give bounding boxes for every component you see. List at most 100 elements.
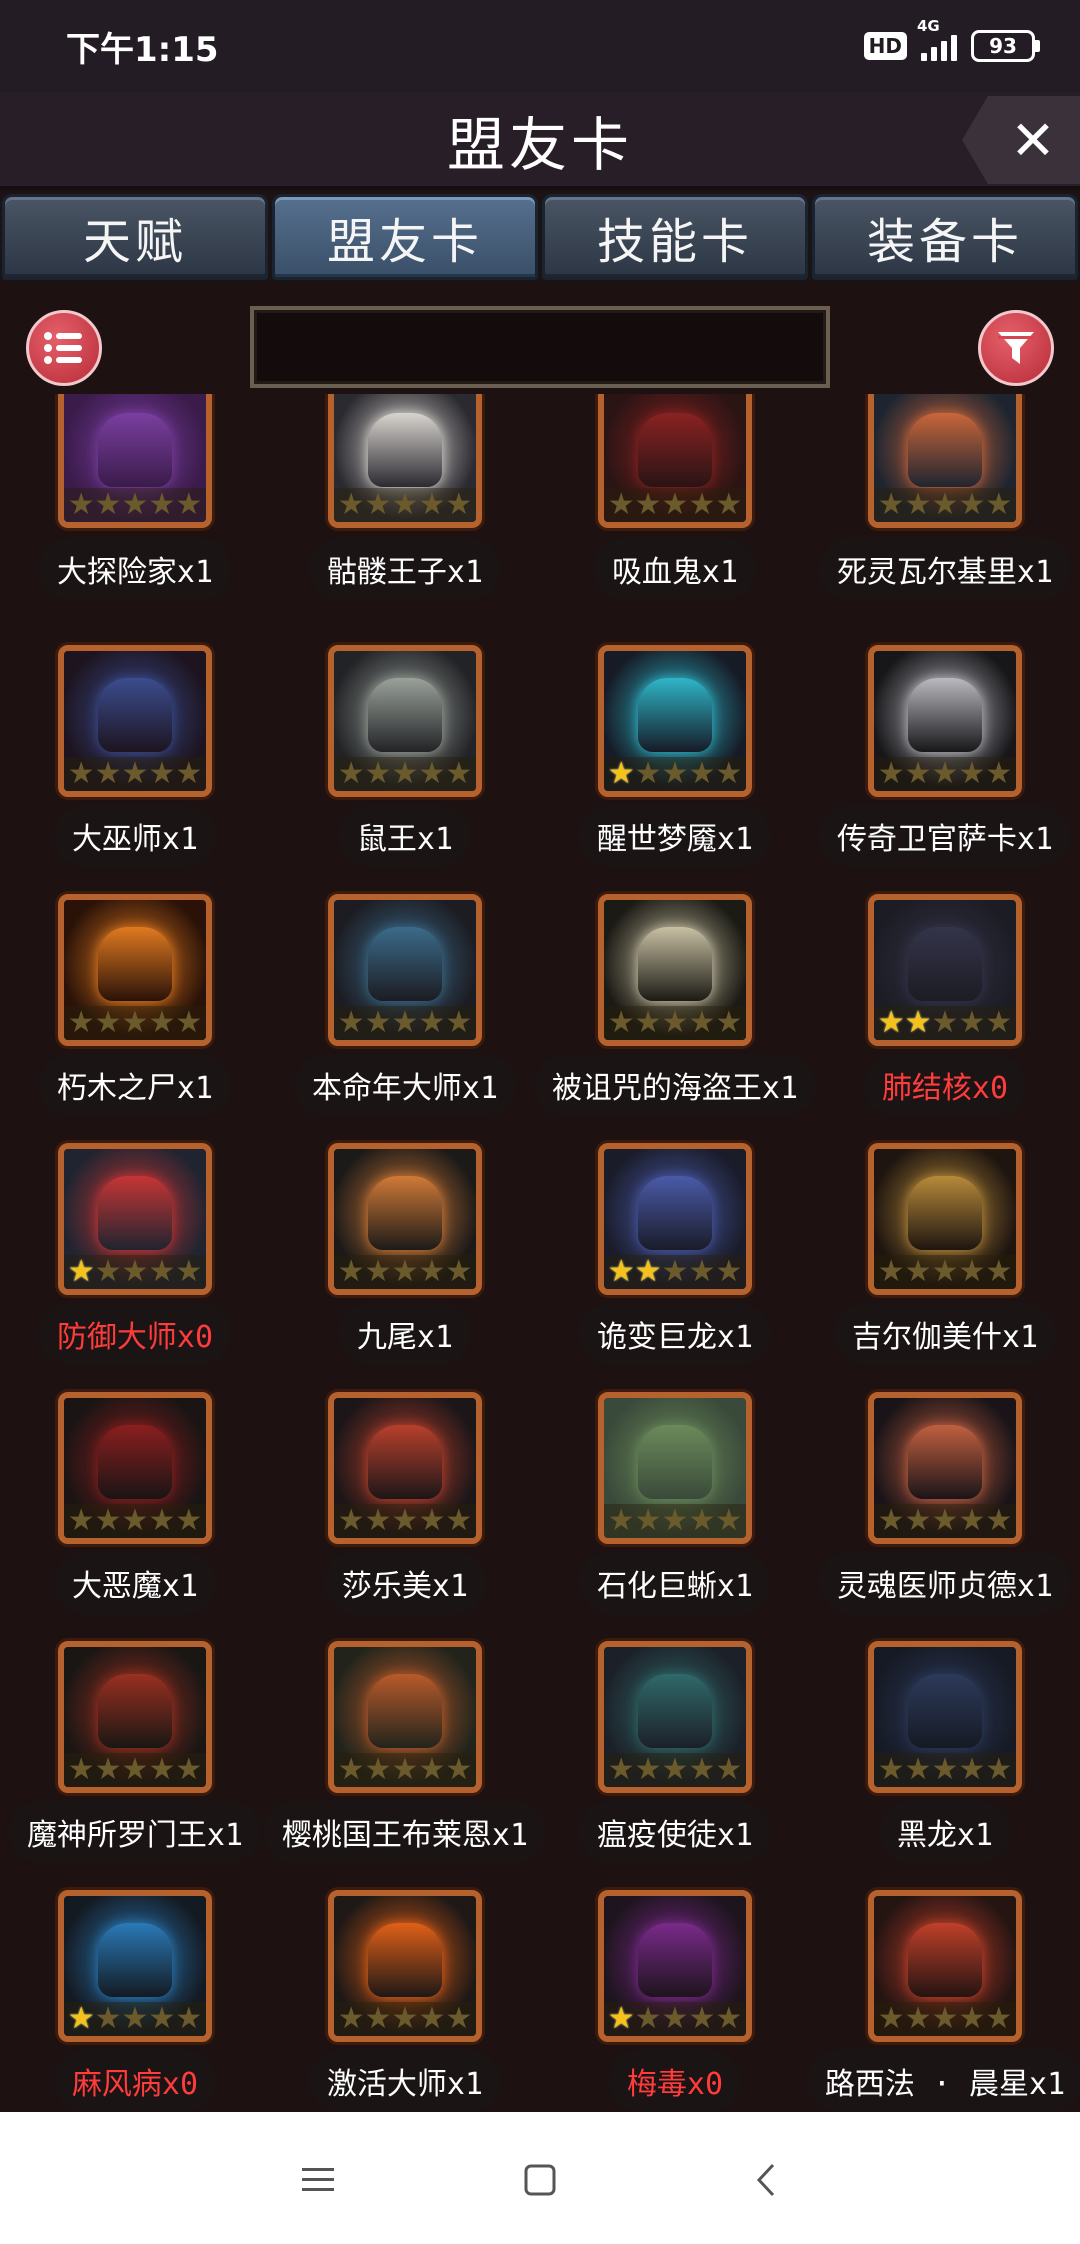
ally-card[interactable]: ★ ★ ★ ★ ★ 醒世梦魇x1 — [540, 637, 810, 885]
ally-card[interactable]: ★ ★ ★ ★ ★ 朽木之尸x1 — [0, 886, 270, 1134]
card-name: 麻风病x0 — [53, 2050, 217, 2112]
ally-card[interactable]: ★ ★ ★ ★ ★ 鼠王x1 — [270, 637, 540, 885]
card-portrait: ★ ★ ★ ★ ★ — [598, 894, 752, 1046]
star-empty-icon: ★ — [418, 1752, 446, 1787]
card-portrait: ★ ★ ★ ★ ★ — [868, 894, 1022, 1046]
star-empty-icon: ★ — [931, 1254, 959, 1289]
close-icon: ✕ — [1010, 108, 1056, 172]
tab-ally-cards[interactable]: 盟友卡 — [272, 194, 538, 280]
card-name: 防御大师x0 — [38, 1303, 232, 1365]
star-empty-icon: ★ — [175, 756, 203, 791]
card-name: 本命年大师x1 — [293, 1054, 517, 1116]
star-empty-icon: ★ — [94, 1254, 122, 1289]
star-empty-icon: ★ — [175, 1503, 203, 1538]
star-empty-icon: ★ — [985, 756, 1013, 791]
ally-card[interactable]: ★ ★ ★ ★ ★ 魔神所罗门王x1 — [0, 1633, 270, 1881]
star-empty-icon: ★ — [931, 1752, 959, 1787]
character-figure — [908, 1176, 982, 1251]
card-name: 死灵瓦尔基里x1 — [818, 538, 1072, 600]
star-empty-icon: ★ — [688, 1254, 716, 1289]
ally-card[interactable]: ★ ★ ★ ★ ★ 麻风病x0 — [0, 1882, 270, 2112]
character-figure — [368, 1425, 442, 1500]
ally-card[interactable]: ★ ★ ★ ★ ★ 激活大师x1 — [270, 1882, 540, 2112]
ally-card[interactable]: ★ ★ ★ ★ ★ 骷髅王子x1 — [270, 394, 540, 636]
star-empty-icon: ★ — [121, 2001, 149, 2036]
card-name: 路西法 · 晨星x1 — [806, 2050, 1080, 2112]
star-empty-icon: ★ — [661, 487, 689, 522]
star-empty-icon: ★ — [661, 1254, 689, 1289]
home-square-icon — [524, 2164, 556, 2196]
card-name: 被诅咒的海盗王x1 — [533, 1054, 817, 1116]
tab-bar: 天赋 盟友卡 技能卡 装备卡 — [0, 194, 1080, 282]
ally-card[interactable]: ★ ★ ★ ★ ★ 樱桃国王布莱恩x1 — [263, 1633, 547, 1881]
ally-card[interactable]: ★ ★ ★ ★ ★ 莎乐美x1 — [270, 1384, 540, 1632]
ally-card[interactable]: ★ ★ ★ ★ ★ 肺结核x0 — [810, 886, 1080, 1134]
tab-talent[interactable]: 天赋 — [2, 194, 268, 280]
card-name: 灵魂医师贞德x1 — [818, 1552, 1072, 1614]
star-empty-icon: ★ — [364, 1254, 392, 1289]
star-empty-icon: ★ — [931, 756, 959, 791]
card-name: 梅毒x0 — [608, 2050, 742, 2112]
recent-apps-button[interactable] — [286, 2148, 350, 2212]
ally-card[interactable]: ★ ★ ★ ★ ★ 本命年大师x1 — [270, 886, 540, 1134]
card-portrait: ★ ★ ★ ★ ★ — [598, 394, 752, 528]
character-figure — [638, 927, 712, 1002]
star-rating: ★ ★ ★ ★ ★ — [334, 757, 476, 791]
star-empty-icon: ★ — [715, 1254, 743, 1289]
character-figure — [368, 1674, 442, 1749]
character-figure — [98, 1176, 172, 1251]
star-filled-icon: ★ — [607, 756, 635, 791]
star-empty-icon: ★ — [634, 1005, 662, 1040]
star-empty-icon: ★ — [688, 756, 716, 791]
character-figure — [98, 1425, 172, 1500]
ally-card[interactable]: ★ ★ ★ ★ ★ 路西法 · 晨星x1 — [806, 1882, 1080, 2112]
close-button[interactable]: ✕ — [962, 96, 1080, 184]
ally-card[interactable]: ★ ★ ★ ★ ★ 诡变巨龙x1 — [540, 1135, 810, 1383]
ally-card[interactable]: ★ ★ ★ ★ ★ 被诅咒的海盗王x1 — [533, 886, 817, 1134]
card-portrait: ★ ★ ★ ★ ★ — [598, 1890, 752, 2042]
star-empty-icon: ★ — [445, 1005, 473, 1040]
back-button[interactable] — [734, 2148, 798, 2212]
star-empty-icon: ★ — [67, 1752, 95, 1787]
ally-card[interactable]: ★ ★ ★ ★ ★ 大巫师x1 — [0, 637, 270, 885]
card-portrait: ★ ★ ★ ★ ★ — [58, 1143, 212, 1295]
ally-card[interactable]: ★ ★ ★ ★ ★ 九尾x1 — [270, 1135, 540, 1383]
filter-button[interactable] — [978, 310, 1054, 386]
card-portrait: ★ ★ ★ ★ ★ — [328, 645, 482, 797]
star-empty-icon: ★ — [121, 1254, 149, 1289]
card-name: 骷髅王子x1 — [308, 538, 502, 600]
star-empty-icon: ★ — [661, 1752, 689, 1787]
ally-card[interactable]: ★ ★ ★ ★ ★ 死灵瓦尔基里x1 — [810, 394, 1080, 636]
card-portrait: ★ ★ ★ ★ ★ — [328, 1641, 482, 1793]
list-menu-button[interactable] — [26, 310, 102, 386]
ally-card[interactable]: ★ ★ ★ ★ ★ 石化巨蜥x1 — [540, 1384, 810, 1632]
star-rating: ★ ★ ★ ★ ★ — [874, 1006, 1016, 1040]
ally-card[interactable]: ★ ★ ★ ★ ★ 吉尔伽美什x1 — [810, 1135, 1080, 1383]
ally-card[interactable]: ★ ★ ★ ★ ★ 大恶魔x1 — [0, 1384, 270, 1632]
character-figure — [368, 1923, 442, 1998]
card-name: 莎乐美x1 — [323, 1552, 487, 1614]
star-empty-icon: ★ — [67, 756, 95, 791]
star-empty-icon: ★ — [94, 1005, 122, 1040]
ally-card[interactable]: ★ ★ ★ ★ ★ 黑龙x1 — [810, 1633, 1080, 1881]
ally-card[interactable]: ★ ★ ★ ★ ★ 瘟疫使徒x1 — [540, 1633, 810, 1881]
ally-card[interactable]: ★ ★ ★ ★ ★ 灵魂医师贞德x1 — [810, 1384, 1080, 1632]
star-empty-icon: ★ — [715, 487, 743, 522]
tab-skill-cards[interactable]: 技能卡 — [542, 194, 808, 280]
ally-card[interactable]: ★ ★ ★ ★ ★ 传奇卫官萨卡x1 — [810, 637, 1080, 885]
tab-equipment-cards[interactable]: 装备卡 — [812, 194, 1078, 280]
card-portrait: ★ ★ ★ ★ ★ — [58, 1392, 212, 1544]
search-input[interactable] — [250, 306, 830, 388]
ally-card[interactable]: ★ ★ ★ ★ ★ 防御大师x0 — [0, 1135, 270, 1383]
ally-card[interactable]: ★ ★ ★ ★ ★ 大探险家x1 — [0, 394, 270, 636]
ally-card[interactable]: ★ ★ ★ ★ ★ 吸血鬼x1 — [540, 394, 810, 636]
tab-label: 装备卡 — [866, 214, 1023, 270]
home-button[interactable] — [508, 2148, 572, 2212]
divider — [0, 186, 1080, 190]
star-empty-icon: ★ — [391, 1005, 419, 1040]
ally-card[interactable]: ★ ★ ★ ★ ★ 梅毒x0 — [540, 1882, 810, 2112]
star-empty-icon: ★ — [904, 487, 932, 522]
star-empty-icon: ★ — [634, 756, 662, 791]
tab-label: 盟友卡 — [326, 214, 483, 270]
star-filled-icon: ★ — [607, 2001, 635, 2036]
